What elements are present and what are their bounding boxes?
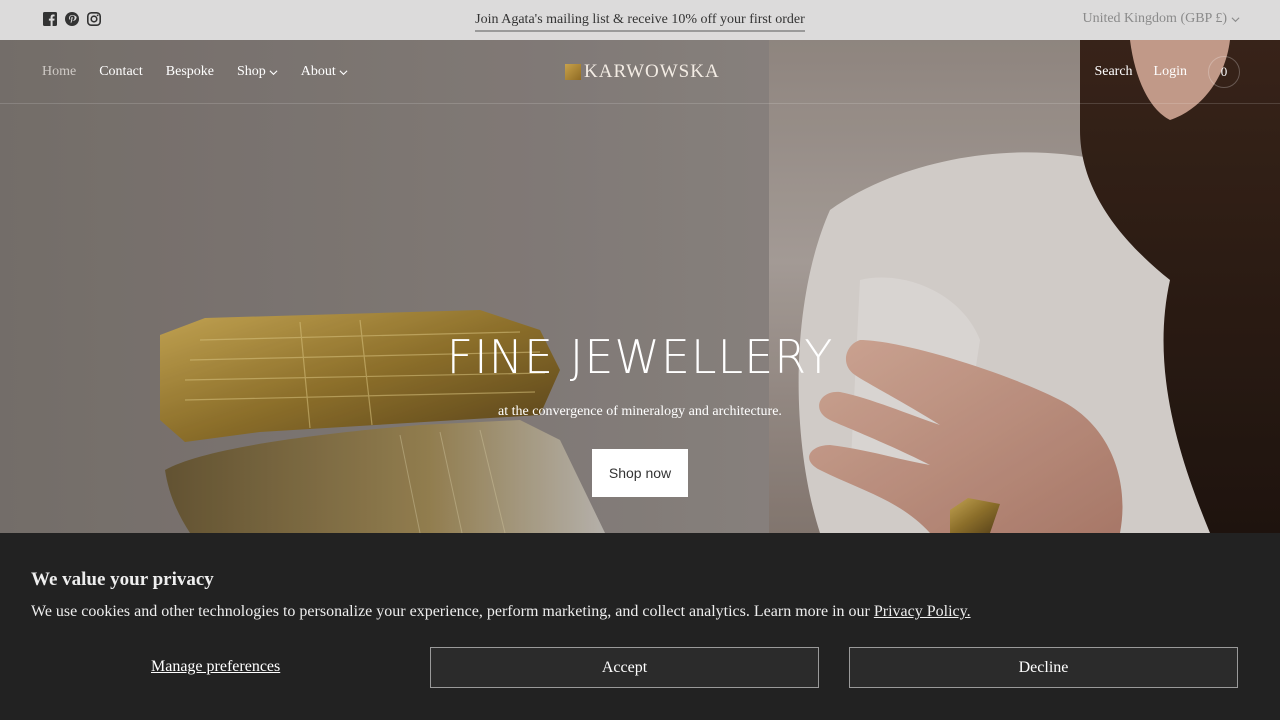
nav-actions: Search Login 0 — [1094, 56, 1240, 88]
nav-contact[interactable]: Contact — [99, 64, 143, 80]
decline-button[interactable]: Decline — [849, 647, 1238, 688]
cookie-banner: We value your privacy We use cookies and… — [0, 533, 1280, 720]
nav-bespoke[interactable]: Bespoke — [166, 64, 214, 80]
search-link[interactable]: Search — [1094, 64, 1132, 80]
cookie-text: We use cookies and other technologies to… — [31, 603, 971, 621]
manage-preferences-button[interactable]: Manage preferences — [151, 658, 280, 676]
cookie-body: We use cookies and other technologies to… — [31, 603, 874, 620]
site-logo[interactable]: KARWOWSKA — [565, 61, 720, 83]
main-navigation: Home Contact Bespoke Shop About KARWOWSK… — [0, 40, 1280, 104]
nav-contact-label: Contact — [99, 64, 143, 79]
chevron-down-icon — [269, 69, 278, 75]
accept-button[interactable]: Accept — [430, 647, 819, 688]
hero-subtitle: at the convergence of mineralogy and arc… — [498, 404, 782, 419]
hero-title: FINE JEWELLERY — [446, 330, 834, 384]
cookie-title: We value your privacy — [31, 569, 214, 590]
announcement-bar: Join Agata's mailing list & receive 10% … — [0, 0, 1280, 40]
nav-shop-label: Shop — [236, 64, 266, 79]
currency-label: United Kingdom (GBP £) — [1082, 11, 1227, 26]
nav-home[interactable]: Home — [42, 64, 76, 80]
nav-home-label: Home — [42, 64, 77, 79]
nav-about-label: About — [300, 64, 336, 79]
logo-text: KARWOWSKA — [584, 61, 720, 82]
logo-mark-icon — [565, 64, 581, 80]
cart-count: 0 — [1220, 64, 1228, 79]
mailing-list-link[interactable]: Join Agata's mailing list & receive 10% … — [475, 12, 805, 32]
cart-button[interactable]: 0 — [1208, 56, 1240, 88]
shop-now-button[interactable]: Shop now — [592, 449, 688, 497]
privacy-policy-link[interactable]: Privacy Policy. — [874, 603, 971, 620]
nav-links: Home Contact Bespoke Shop About — [42, 64, 348, 80]
chevron-down-icon — [1231, 16, 1240, 22]
currency-selector[interactable]: United Kingdom (GBP £) — [1082, 11, 1240, 27]
nav-shop[interactable]: Shop — [237, 64, 278, 80]
nav-about[interactable]: About — [301, 64, 348, 80]
nav-bespoke-label: Bespoke — [165, 64, 214, 79]
chevron-down-icon — [339, 69, 348, 75]
login-link[interactable]: Login — [1154, 64, 1187, 80]
